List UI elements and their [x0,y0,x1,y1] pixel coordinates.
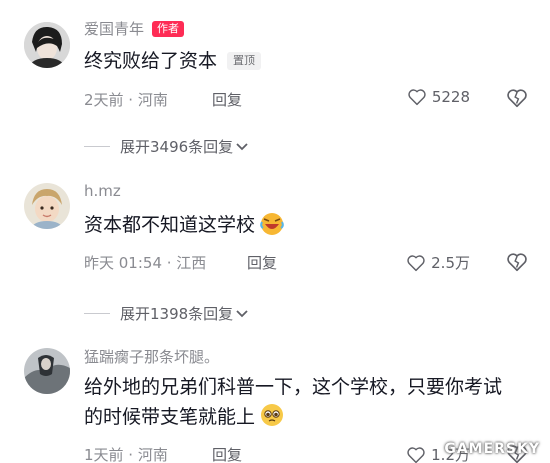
reply-button[interactable]: 回复 [212,444,242,463]
like-count: 2.5万 [431,254,470,272]
pinned-badge: 置顶 [227,52,262,70]
like-count: 5228 [431,88,470,106]
like-button[interactable]: 5228 [407,88,470,106]
avatar-image-icon [24,22,70,68]
comment-meta: 昨天 01:54 · 江西 [84,254,207,272]
emoji-laugh-icon [260,213,284,235]
comment-body: 给外地的兄弟们科普一下，这个学校，只要你考试的时候带支笔就能上 [84,376,503,428]
username[interactable]: 猛踹瘸子那条坏腿。 [84,346,219,367]
like-button[interactable]: 2.5万 [406,252,470,273]
heart-outline-icon [408,89,426,106]
comment-meta: 2天前 · 河南 [84,91,168,109]
expand-replies-label[interactable]: 展开1398条回复 [120,303,233,324]
username[interactable]: h.mz [84,182,121,200]
avatar[interactable] [24,348,70,394]
expand-replies-button[interactable]: 展开1398条回复 [84,303,249,324]
comment-body: 资本都不知道这学校 [84,214,256,236]
comment-item: 爱国青年 作者 终究败给了资本 置顶 2天前 · 河南 回复 5228 展开3496… [0,0,550,170]
comment-meta: 1天前 · 河南 [84,446,168,463]
comment-item: h.mz 资本都不知道这学校 昨天 01:54 · 江西 回复 2.5万 展开1… [0,170,550,340]
avatar-image-icon [24,348,70,394]
chevron-down-icon [236,309,248,317]
avatar[interactable] [24,183,70,229]
author-badge: 作者 [152,21,185,37]
reply-button[interactable]: 回复 [212,89,242,110]
divider-line [84,313,110,314]
avatar-image-icon [24,183,70,229]
expand-replies-label[interactable]: 展开3496条回复 [120,136,233,157]
comment-text: 终究败给了资本 置顶 [84,46,520,76]
avatar[interactable] [24,22,70,68]
broken-heart-icon[interactable] [506,251,528,273]
heart-outline-icon [407,446,425,463]
expand-replies-button[interactable]: 展开3496条回复 [84,136,249,157]
comment-text: 给外地的兄弟们科普一下，这个学校，只要你考试的时候带支笔就能上 [84,372,520,432]
broken-heart-icon[interactable] [506,87,528,109]
username[interactable]: 爱国青年 作者 [84,18,185,39]
watermark: GAMERSKY [444,441,540,457]
emoji-pleading-icon [261,404,284,426]
reply-button[interactable]: 回复 [247,252,277,273]
comment-text: 资本都不知道这学校 [84,210,520,240]
chevron-down-icon [236,142,248,150]
divider-line [84,146,110,147]
username-text[interactable]: 爱国青年 [84,20,144,38]
comment-body: 终究败给了资本 [84,50,218,72]
heart-outline-icon [407,254,425,271]
